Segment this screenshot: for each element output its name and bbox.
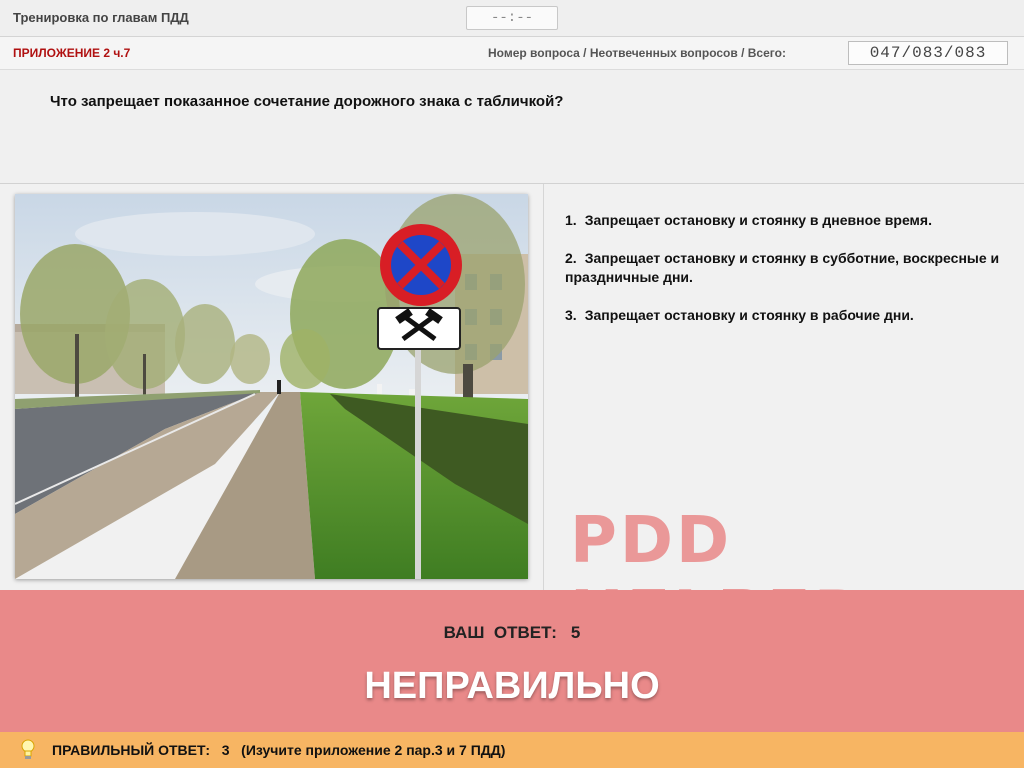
question-counter-label: Номер вопроса / Неотвеченных вопросов / … <box>488 46 786 60</box>
your-answer: ВАШ ОТВЕТ: 5 <box>0 623 1024 643</box>
answer-option-1[interactable]: 1. Запрещает остановку и стоянку в дневно… <box>565 211 1015 230</box>
verdict-text: НЕПРАВИЛЬНО <box>364 665 660 707</box>
lightbulb-icon <box>21 739 35 759</box>
answers-list: 1. Запрещает остановку и стоянку в дневно… <box>565 211 1015 344</box>
correct-answer-text: ПРАВИЛЬНЫЙ ОТВЕТ: 3 (Изучите приложение … <box>52 742 505 758</box>
answer-option-3[interactable]: 3. Запрещает остановку и стоянку в рабочи… <box>565 306 1015 325</box>
question-counter: 047/083/083 <box>848 41 1008 65</box>
correct-answer-value: 3 <box>221 742 230 758</box>
result-panel: ВАШ ОТВЕТ: 5 НЕПРАВИЛЬНО <box>0 590 1024 732</box>
answer-text: Запрещает остановку и стоянку в дневное … <box>584 212 932 228</box>
content-area: 1. Запрещает остановку и стоянку в дневно… <box>0 184 1024 652</box>
answer-number: 1. <box>565 212 577 228</box>
answer-option-2[interactable]: 2. Запрещает остановку и стоянку в суббот… <box>565 249 1015 287</box>
question-area: Что запрещает показанное сочетание дорож… <box>0 70 1024 184</box>
top-bar: Тренировка по главам ПДД --:-- <box>0 0 1024 37</box>
answer-text: Запрещает остановку и стоянку в рабочие … <box>584 307 914 323</box>
correct-answer-bar: ПРАВИЛЬНЫЙ ОТВЕТ: 3 (Изучите приложение … <box>0 732 1024 768</box>
timer-display: --:-- <box>466 6 558 30</box>
answer-number: 3. <box>565 307 577 323</box>
question-text: Что запрещает показанное сочетание дорож… <box>50 93 564 110</box>
your-answer-value: 5 <box>570 623 581 642</box>
section-label: ПРИЛОЖЕНИЕ 2 ч.7 <box>13 46 131 60</box>
answer-number: 2. <box>565 250 577 266</box>
your-answer-label: ВАШ ОТВЕТ: <box>443 623 557 642</box>
question-image <box>15 194 528 579</box>
study-hint: (Изучите приложение 2 пар.3 и 7 ПДД) <box>241 742 506 758</box>
info-bar: ПРИЛОЖЕНИЕ 2 ч.7 Номер вопроса / Неотвеч… <box>0 37 1024 70</box>
mode-title: Тренировка по главам ПДД <box>13 10 189 25</box>
answer-text: Запрещает остановку и стоянку в субботни… <box>565 250 1000 285</box>
correct-answer-label: ПРАВИЛЬНЫЙ ОТВЕТ: <box>52 742 211 758</box>
content-divider <box>543 184 544 590</box>
